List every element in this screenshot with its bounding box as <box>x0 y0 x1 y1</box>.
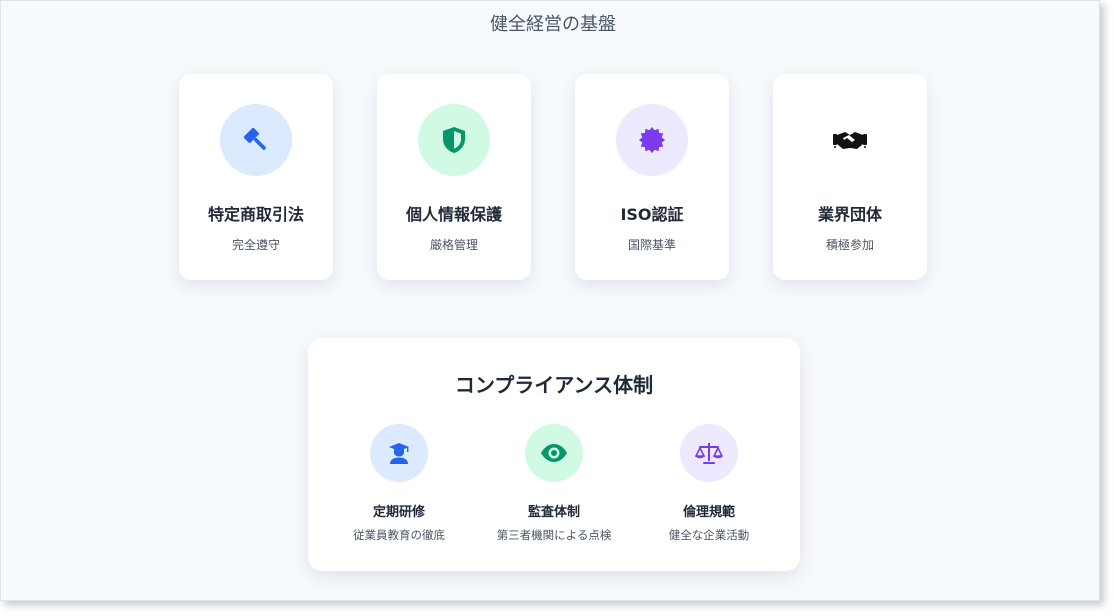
card-title: 特定商取引法 <box>207 205 304 224</box>
compliance-item-audit: 監査体制 第三者機関による点検 <box>479 424 629 554</box>
item-subtitle: 健全な企業活動 <box>668 528 750 542</box>
card-tokutei-shotorihiki: 特定商取引法 完全遵守 <box>179 74 333 280</box>
card-subtitle: 完全遵守 <box>231 238 280 252</box>
card-title: 業界団体 <box>817 205 882 224</box>
compliance-item-ethics: 倫理規範 健全な企業活動 <box>634 424 784 554</box>
item-title: 監査体制 <box>527 505 580 520</box>
card-iso: ISO認証 国際基準 <box>575 74 729 280</box>
card-title: ISO認証 <box>620 205 684 224</box>
compliance-panel: コンプライアンス体制 定期研修 従業員教育の徹底 監査体制 第三者機関による点検… <box>308 338 800 571</box>
item-title: 倫理規範 <box>682 505 735 520</box>
card-gyokai-dantai: 業界団体 積極参加 <box>773 74 927 280</box>
item-subtitle: 従業員教育の徹底 <box>353 528 445 542</box>
shield-icon <box>418 104 490 176</box>
compliance-item-training: 定期研修 従業員教育の徹底 <box>324 424 474 554</box>
gavel-icon <box>220 104 292 176</box>
compliance-title: コンプライアンス体制 <box>454 373 654 397</box>
graduate-icon <box>370 424 428 482</box>
card-subtitle: 積極参加 <box>825 238 874 252</box>
item-title: 定期研修 <box>372 505 425 520</box>
card-subtitle: 国際基準 <box>627 238 676 252</box>
card-title: 個人情報保護 <box>405 205 502 224</box>
balance-scale-icon <box>680 424 738 482</box>
content-frame: 健全経営の基盤 特定商取引法 完全遵守 個人情報保護 厳格管理 ISO認証 国際… <box>0 0 1100 601</box>
page-title: 健全経営の基盤 <box>490 14 616 35</box>
handshake-icon <box>814 104 886 176</box>
card-subtitle: 厳格管理 <box>429 238 478 252</box>
certificate-badge-icon <box>616 104 688 176</box>
eye-icon <box>525 424 583 482</box>
item-subtitle: 第三者機関による点検 <box>496 528 612 542</box>
card-kojin-joho: 個人情報保護 厳格管理 <box>377 74 531 280</box>
